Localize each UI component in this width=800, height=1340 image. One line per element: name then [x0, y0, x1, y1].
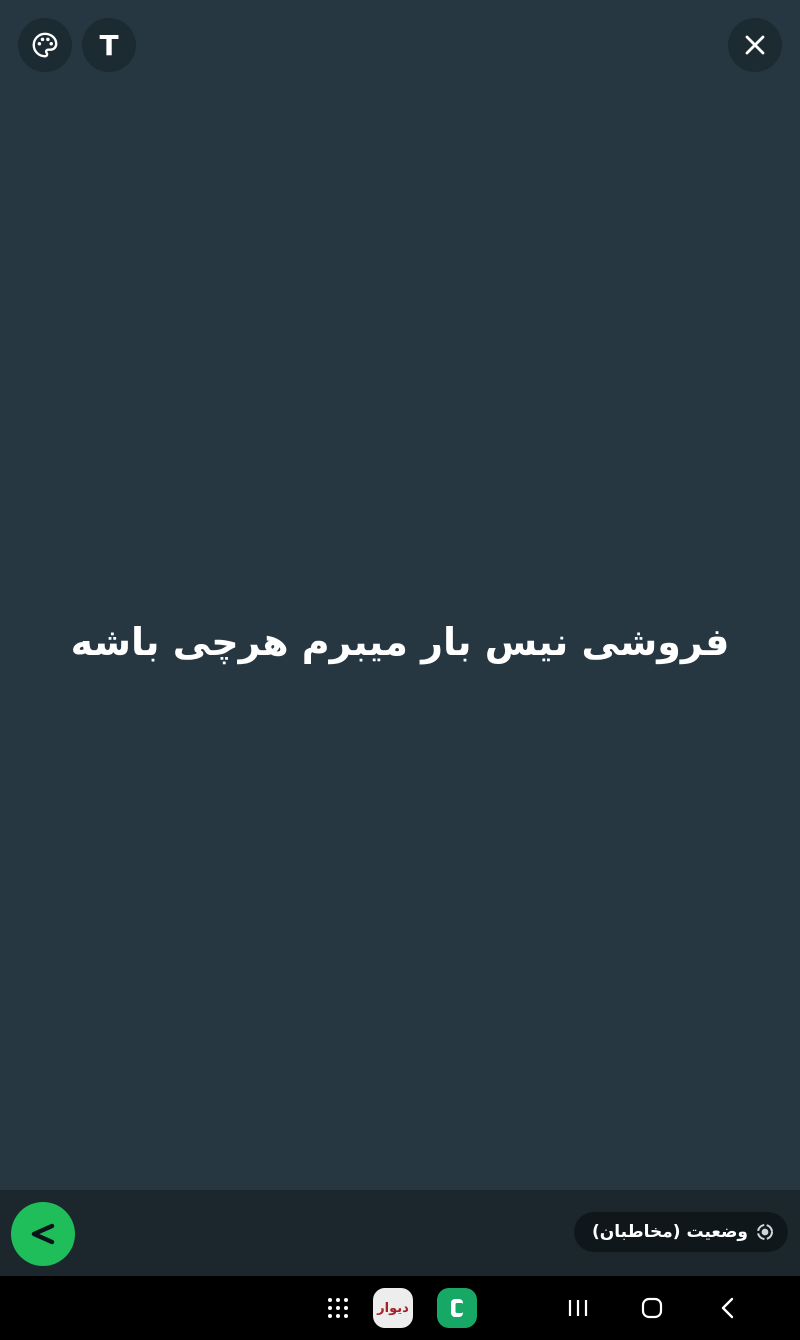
close-icon [745, 35, 765, 55]
recent-apps-button[interactable] [556, 1276, 600, 1340]
divar-app-button[interactable]: دیوار [372, 1276, 414, 1340]
send-icon [31, 1223, 55, 1245]
grid-icon [328, 1298, 348, 1318]
status-ring-icon [756, 1223, 774, 1241]
status-bottom-bar: وضعیت (مخاطبان) [0, 1190, 800, 1276]
divar-app-icon: دیوار [373, 1288, 413, 1328]
divar-app-label: دیوار [377, 1300, 409, 1316]
back-button[interactable] [708, 1276, 748, 1340]
close-button[interactable] [728, 18, 782, 72]
status-text-input[interactable]: فروشی نیس بار میبرم هرچی باشه [0, 612, 800, 672]
status-privacy-button[interactable]: وضعیت (مخاطبان) [574, 1212, 788, 1252]
palette-icon [32, 32, 58, 58]
status-canvas[interactable]: T فروشی نیس بار میبرم هرچی باشه [0, 0, 800, 1190]
text-style-button[interactable]: T [82, 18, 136, 72]
home-icon [641, 1297, 663, 1319]
app-drawer-button[interactable] [318, 1276, 358, 1340]
status-composer-screen: T فروشی نیس بار میبرم هرچی باشه وضعیت (م… [0, 0, 800, 1340]
phone-icon [437, 1288, 477, 1328]
color-palette-button[interactable] [18, 18, 72, 72]
home-button[interactable] [630, 1276, 674, 1340]
text-tool-label: T [99, 28, 119, 62]
send-button[interactable] [11, 1202, 75, 1266]
back-icon [721, 1297, 734, 1319]
system-navigation-bar: دیوار [0, 1276, 800, 1340]
status-privacy-label: وضعیت (مخاطبان) [592, 1222, 748, 1242]
phone-app-button[interactable] [436, 1276, 478, 1340]
recent-apps-icon [568, 1300, 588, 1316]
